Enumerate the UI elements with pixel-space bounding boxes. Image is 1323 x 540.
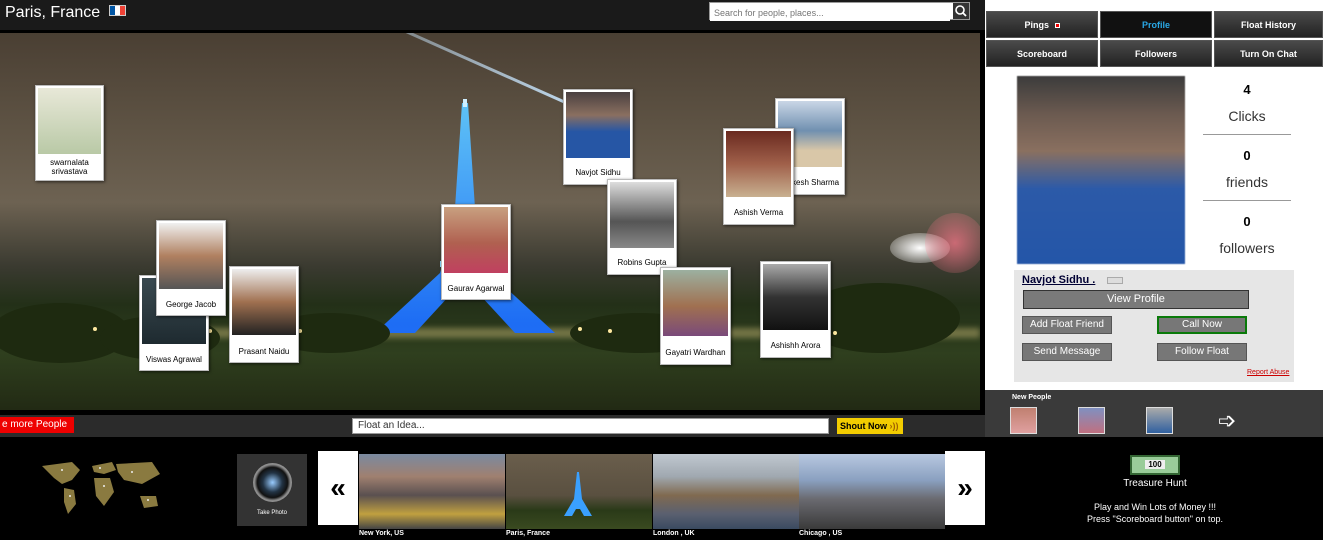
- shout-now-label: Shout Now: [840, 421, 887, 431]
- person-name: swarnalata srivastava: [50, 158, 89, 176]
- new-person-thumb[interactable]: [1078, 407, 1105, 434]
- person-photo: [663, 270, 728, 336]
- city-thumb-new-york[interactable]: [359, 454, 505, 529]
- person-card[interactable]: Ashishh Arora: [760, 261, 831, 358]
- tab-scoreboard[interactable]: Scoreboard: [986, 40, 1098, 67]
- person-card[interactable]: swarnalata srivastava: [35, 85, 104, 181]
- status-badge: [1107, 277, 1123, 284]
- followers-count: 0: [1243, 214, 1251, 229]
- person-card[interactable]: Gaurav Agarwal: [441, 204, 511, 300]
- tab-profile[interactable]: Profile: [1100, 11, 1212, 38]
- city-thumb-chicago[interactable]: [799, 454, 945, 529]
- city-title: Paris, France: [5, 4, 101, 21]
- followers-label: followers: [1219, 240, 1275, 256]
- person-photo: [566, 92, 630, 158]
- tab-pings-label: Pings: [1024, 20, 1049, 30]
- search-button[interactable]: [953, 3, 969, 19]
- city-label: New York, US: [359, 530, 404, 537]
- send-message-button[interactable]: Send Message: [1022, 343, 1112, 361]
- treasure-hunt-line2: Press "Scoreboard button" on top.: [1087, 514, 1223, 524]
- float-idea-input[interactable]: Float an Idea...: [352, 418, 829, 434]
- person-photo: [159, 223, 223, 289]
- profile-photo: [1017, 76, 1185, 264]
- next-city-button[interactable]: »: [945, 451, 985, 525]
- money-bill-icon: 100: [1130, 455, 1180, 475]
- tab-float-history[interactable]: Float History: [1214, 11, 1323, 38]
- person-name: Gaurav Agarwal: [447, 284, 505, 293]
- clicks-count: 4: [1243, 82, 1251, 97]
- person-name: Navjot Sidhu: [575, 168, 621, 177]
- person-photo: [232, 269, 296, 335]
- view-profile-button[interactable]: View Profile: [1023, 290, 1249, 309]
- prev-city-button[interactable]: «: [318, 451, 358, 525]
- see-more-people-button[interactable]: e more People: [0, 417, 74, 433]
- person-name: Gayatri Wardhan: [665, 348, 726, 357]
- add-float-friend-button[interactable]: Add Float Friend: [1022, 316, 1112, 334]
- friends-label: friends: [1225, 174, 1269, 190]
- person-card[interactable]: Robins Gupta: [607, 179, 677, 275]
- person-photo: [444, 207, 508, 273]
- city-thumb-paris[interactable]: [506, 454, 652, 529]
- new-person-thumb[interactable]: [1010, 407, 1037, 434]
- person-name: Viswas Agrawal: [146, 355, 202, 364]
- new-people-label: New People: [1012, 394, 1052, 401]
- tab-pings[interactable]: Pings: [986, 11, 1098, 38]
- person-photo: [763, 264, 828, 330]
- next-arrow-icon[interactable]: ➩: [1218, 410, 1236, 432]
- person-card[interactable]: Navjot Sidhu: [563, 89, 633, 185]
- shout-icon: ›)): [889, 421, 899, 431]
- ping-badge-icon: [1054, 23, 1060, 29]
- treasure-hunt-title: Treasure Hunt: [1123, 478, 1187, 489]
- search-box[interactable]: [709, 2, 970, 21]
- new-person-thumb[interactable]: [1146, 407, 1173, 434]
- divider: [1203, 134, 1291, 135]
- money-bill-value: 100: [1145, 460, 1165, 469]
- clicks-label: Clicks: [1228, 108, 1266, 124]
- city-thumb-london[interactable]: [653, 454, 799, 529]
- divider: [1203, 200, 1291, 201]
- person-photo: [726, 131, 791, 197]
- person-card[interactable]: Ashish Verma: [723, 128, 794, 225]
- person-card[interactable]: Prasant Naidu: [229, 266, 299, 363]
- take-photo-label: Take Photo: [256, 510, 288, 516]
- call-now-button[interactable]: Call Now: [1157, 316, 1247, 334]
- person-photo: [38, 88, 101, 154]
- city-label: Paris, France: [506, 530, 550, 537]
- city-label: Chicago , US: [799, 530, 843, 537]
- treasure-hunt-line1: Play and Win Lots of Money !!!: [1093, 502, 1217, 512]
- person-name: Robins Gupta: [617, 258, 667, 267]
- shout-now-button[interactable]: Shout Now ›)): [837, 418, 903, 434]
- tab-turn-on-chat[interactable]: Turn On Chat: [1214, 40, 1323, 67]
- person-name: Prasant Naidu: [238, 347, 290, 356]
- person-name: Ashishh Arora: [770, 341, 821, 350]
- tab-followers[interactable]: Followers: [1100, 40, 1212, 67]
- person-card[interactable]: Gayatri Wardhan: [660, 267, 731, 365]
- person-name: George Jacob: [165, 300, 217, 309]
- search-input[interactable]: [710, 5, 950, 21]
- search-icon: [955, 5, 967, 17]
- follow-float-button[interactable]: Follow Float: [1157, 343, 1247, 361]
- paris-scene-image: swarnalata srivastava Navjot Sidhu Mukes…: [0, 33, 980, 410]
- eiffel-tower-icon: [564, 472, 592, 516]
- profile-name-link[interactable]: Navjot Sidhu .: [1022, 274, 1095, 286]
- camera-icon: [253, 463, 292, 502]
- france-flag-icon: [109, 5, 126, 16]
- friends-count: 0: [1243, 148, 1251, 163]
- city-label: London , UK: [653, 530, 695, 537]
- person-name: Ashish Verma: [733, 208, 784, 217]
- person-card[interactable]: George Jacob: [156, 220, 226, 316]
- person-photo: [610, 182, 674, 248]
- world-map-icon[interactable]: [32, 456, 168, 520]
- report-abuse-link[interactable]: Report Abuse: [1247, 369, 1289, 376]
